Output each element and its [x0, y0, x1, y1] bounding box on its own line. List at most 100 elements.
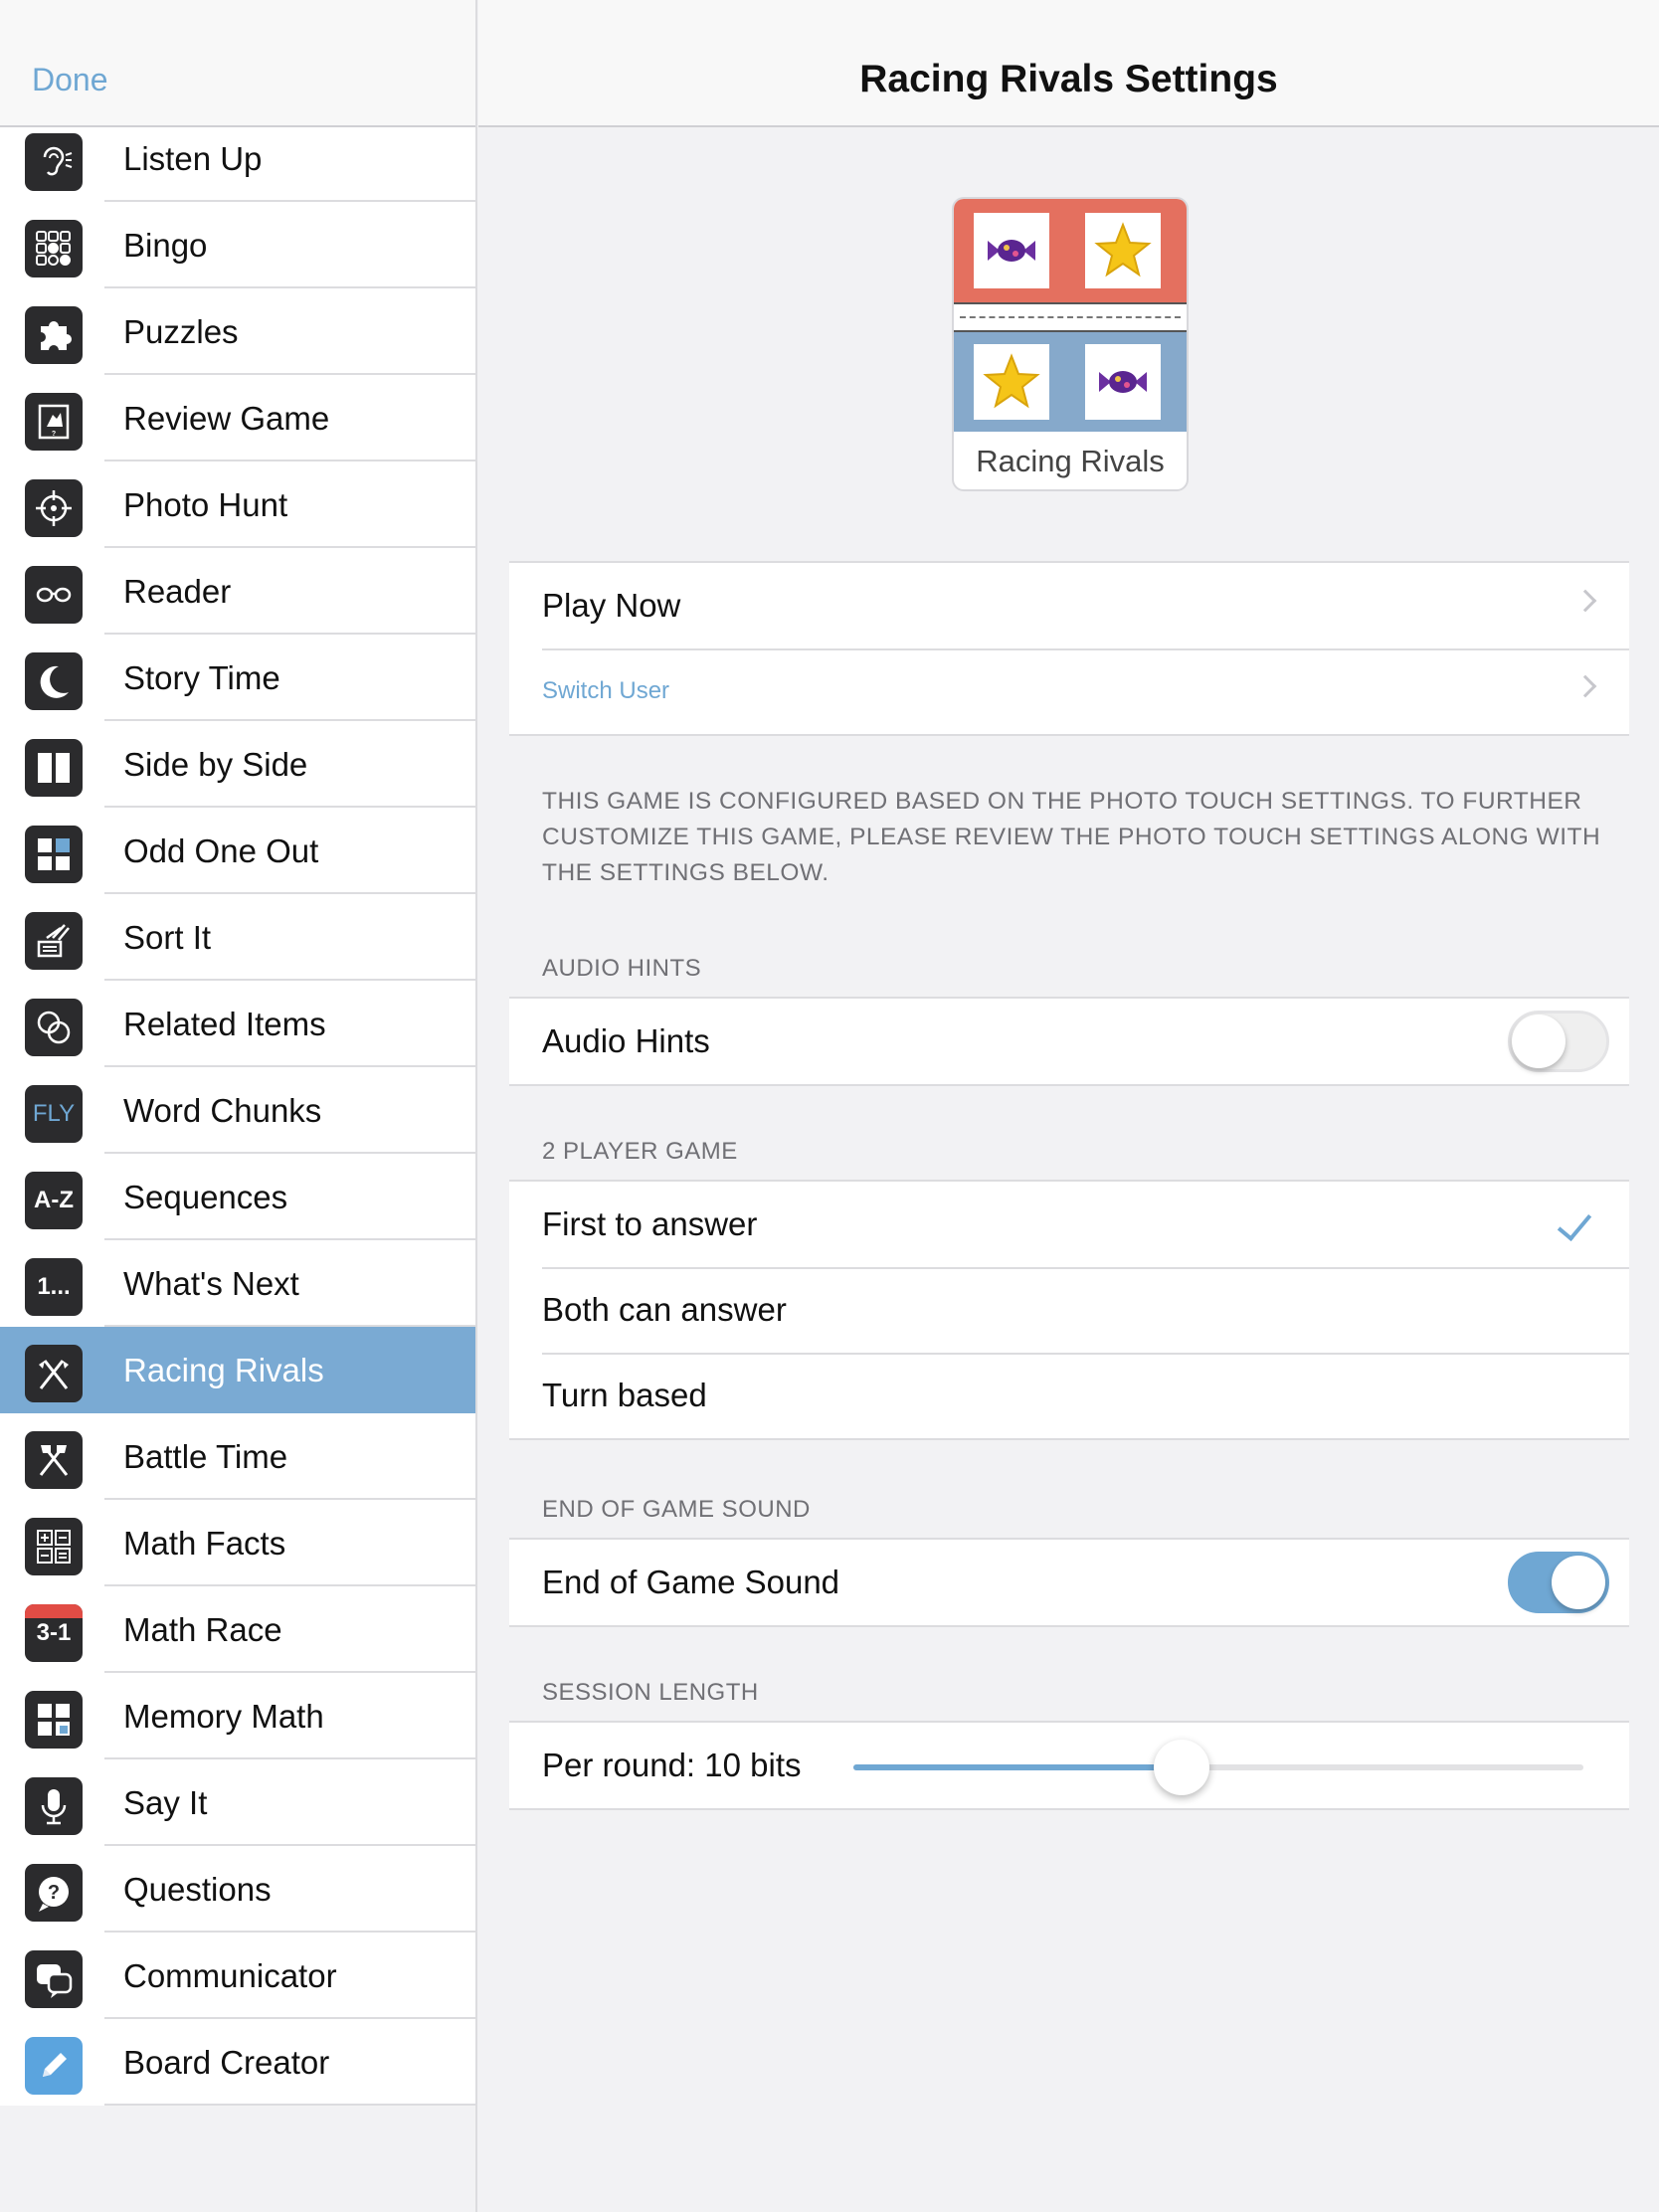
sidebar-item-odd-one-out[interactable]: Odd One Out	[0, 808, 475, 894]
switch-user-row[interactable]: Switch User	[509, 648, 1629, 734]
sidebar-item-label: Board Creator	[123, 2044, 330, 2081]
sidebar-item-label: Memory Math	[123, 1698, 324, 1735]
end-sound-header: END OF GAME SOUND	[542, 1496, 811, 1523]
sidebar-item-label: Sequences	[123, 1179, 288, 1215]
slider-thumb[interactable]	[1154, 1740, 1210, 1795]
candy-icon	[1085, 344, 1161, 420]
option-label: First to answer	[542, 1205, 758, 1242]
pencil-icon	[25, 2037, 83, 2095]
memory-math-icon	[25, 1691, 83, 1749]
option-turn-based[interactable]: Turn based	[509, 1353, 1629, 1438]
fly-text-icon: FLY	[25, 1085, 83, 1143]
two-player-header: 2 PLAYER GAME	[542, 1138, 738, 1165]
sidebar-item-label: Reader	[123, 573, 232, 610]
sidebar-item-label: Racing Rivals	[123, 1352, 324, 1388]
one-dots-icon: 1...	[25, 1258, 83, 1316]
crossed-flags-icon	[25, 1345, 83, 1402]
audio-hints-label: Audio Hints	[542, 1022, 710, 1059]
audio-hints-toggle[interactable]	[1508, 1011, 1609, 1072]
option-label: Turn based	[542, 1377, 707, 1413]
sidebar-item-listen-up[interactable]: Listen Up	[0, 115, 475, 202]
sidebar-item-label: Related Items	[123, 1006, 326, 1042]
glasses-icon	[25, 566, 83, 624]
sidebar-item-board-creator[interactable]: Board Creator	[0, 2019, 475, 2106]
sidebar-item-label: Questions	[123, 1871, 272, 1908]
sidebar-item-photo-hunt[interactable]: Photo Hunt	[0, 461, 475, 548]
related-circles-icon	[25, 999, 83, 1056]
sidebar-item-label: Review Game	[123, 400, 330, 437]
sidebar-item-racing-rivals[interactable]: Racing Rivals	[0, 1327, 475, 1413]
crosshair-icon	[25, 479, 83, 537]
sidebar-item-label: Say It	[123, 1784, 208, 1821]
odd-one-out-icon	[25, 826, 83, 883]
card-top-lane	[954, 199, 1187, 302]
session-length-slider[interactable]	[853, 1740, 1583, 1795]
puzzle-piece-icon	[25, 306, 83, 364]
settings-panel: Racing Rivals Settings Racing Rivals Pla…	[478, 0, 1659, 2212]
calculator-icon	[25, 1518, 83, 1575]
sidebar-item-bingo[interactable]: Bingo	[0, 202, 475, 288]
ear-icon	[25, 133, 83, 191]
icon-text: 3-1	[36, 1619, 72, 1646]
math-race-icon: 3-1	[25, 1604, 83, 1662]
toggle-knob	[1552, 1556, 1605, 1609]
slider-fill	[853, 1764, 1183, 1770]
star-icon	[1085, 213, 1161, 288]
end-sound-group: End of Game Sound	[509, 1538, 1629, 1627]
sidebar-item-puzzles[interactable]: Puzzles	[0, 288, 475, 375]
sidebar-item-sequences[interactable]: A-Z Sequences	[0, 1154, 475, 1240]
sidebar-item-word-chunks[interactable]: FLY Word Chunks	[0, 1067, 475, 1154]
play-now-row[interactable]: Play Now	[509, 563, 1629, 648]
sidebar-item-label: Battle Time	[123, 1438, 288, 1475]
sidebar-item-related-items[interactable]: Related Items	[0, 981, 475, 1067]
session-length-row: Per round: 10 bits	[509, 1723, 1629, 1808]
switch-user-label: Switch User	[542, 677, 670, 704]
sidebar-item-math-race[interactable]: 3-1 Math Race	[0, 1586, 475, 1673]
crossed-axes-icon	[25, 1431, 83, 1489]
sidebar-header: Done	[0, 0, 475, 127]
sidebar-item-math-facts[interactable]: Math Facts	[0, 1500, 475, 1586]
microphone-icon	[25, 1777, 83, 1835]
card-divider	[954, 302, 1187, 332]
option-label: Both can answer	[542, 1291, 787, 1328]
sidebar-item-label: Word Chunks	[123, 1092, 322, 1129]
a-z-icon: A-Z	[25, 1172, 83, 1229]
sidebar-item-battle-time[interactable]: Battle Time	[0, 1413, 475, 1500]
sidebar-item-story-time[interactable]: Story Time	[0, 635, 475, 721]
sidebar-item-label: Listen Up	[123, 140, 263, 177]
end-sound-row: End of Game Sound	[509, 1540, 1629, 1625]
audio-hints-group: Audio Hints	[509, 997, 1629, 1086]
star-icon	[974, 344, 1049, 420]
sidebar-item-sort-it[interactable]: Sort It	[0, 894, 475, 981]
icon-text: 1...	[37, 1273, 71, 1300]
sidebar-item-review-game[interactable]: ? Review Game	[0, 375, 475, 461]
sidebar: CrosswordsListen UpBingoPuzzles?Review G…	[0, 0, 477, 2212]
actions-group: Play Now Switch User	[509, 561, 1629, 736]
sidebar-item-say-it[interactable]: Say It	[0, 1759, 475, 1846]
review-game-icon: ?	[25, 393, 83, 451]
bingo-grid-icon	[25, 220, 83, 277]
candy-icon	[974, 213, 1049, 288]
sidebar-item-what-s-next[interactable]: 1... What's Next	[0, 1240, 475, 1327]
sidebar-item-label: Math Race	[123, 1611, 282, 1648]
chevron-right-icon	[1573, 674, 1597, 698]
session-length-header: SESSION LENGTH	[542, 1679, 759, 1706]
option-first-to-answer[interactable]: First to answer	[509, 1182, 1629, 1267]
sidebar-item-reader[interactable]: Reader	[0, 548, 475, 635]
question-bubble-icon: ?	[25, 1864, 83, 1922]
game-card-label: Racing Rivals	[976, 444, 1165, 478]
sidebar-item-label: What's Next	[123, 1265, 299, 1302]
sidebar-item-questions[interactable]: ? Questions	[0, 1846, 475, 1933]
sidebar-item-label: Side by Side	[123, 746, 308, 783]
end-sound-toggle[interactable]	[1508, 1552, 1609, 1613]
sidebar-item-side-by-side[interactable]: Side by Side	[0, 721, 475, 808]
card-bottom-lane	[954, 332, 1187, 432]
sort-icon	[25, 912, 83, 970]
sidebar-item-label: Communicator	[123, 1957, 337, 1994]
sidebar-item-label: Puzzles	[123, 313, 239, 350]
option-both-can-answer[interactable]: Both can answer	[509, 1267, 1629, 1353]
sidebar-item-communicator[interactable]: Communicator	[0, 1933, 475, 2019]
sidebar-item-memory-math[interactable]: Memory Math	[0, 1673, 475, 1759]
done-button[interactable]: Done	[32, 62, 108, 98]
chevron-right-icon	[1573, 589, 1597, 613]
